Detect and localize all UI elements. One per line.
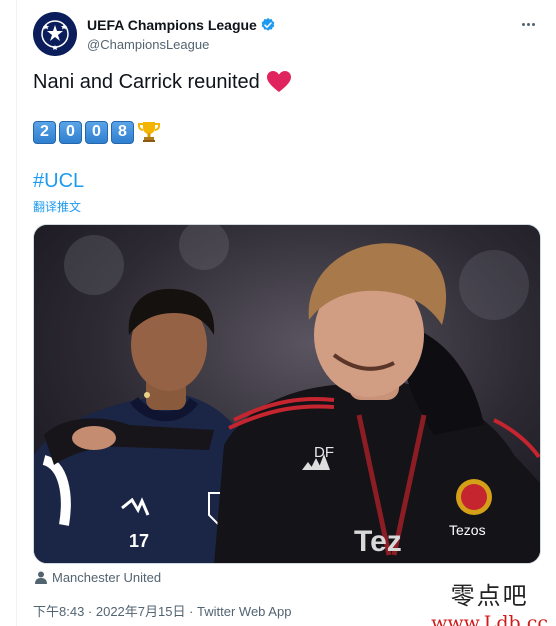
account-handle[interactable]: @ChampionsLeague	[87, 37, 276, 52]
translate-tweet-link[interactable]: 翻译推文	[33, 198, 81, 215]
watermark: 零点吧 www.Ldb.cc	[431, 576, 548, 626]
emoji-row: 2 0 0 8	[33, 120, 161, 144]
players-photo-icon: 17 DF Tezos Tez	[34, 225, 540, 563]
avatar[interactable]	[33, 12, 77, 56]
sponsor-large: Tez	[354, 525, 402, 558]
display-name[interactable]: UEFA Champions League	[87, 17, 257, 33]
more-dot	[526, 22, 530, 26]
account-names: UEFA Champions League @ChampionsLeague	[87, 17, 276, 52]
location-label[interactable]: Manchester United	[52, 570, 161, 585]
hashtag-link[interactable]: #UCL	[33, 170, 84, 193]
tweet-header: UEFA Champions League @ChampionsLeague	[33, 12, 276, 56]
more-dot	[521, 22, 525, 26]
person-icon	[35, 571, 47, 584]
verified-badge-icon	[261, 17, 275, 31]
display-name-row[interactable]: UEFA Champions League	[87, 17, 276, 33]
starball-logo-icon	[33, 12, 77, 56]
watermark-url: www.Ldb.cc	[431, 612, 548, 626]
tweet-photo[interactable]: 17 DF Tezos Tez	[33, 224, 541, 564]
keycap-digit-icon: 0	[59, 120, 82, 144]
keycap-digit-icon: 0	[85, 120, 108, 144]
red-heart-icon	[266, 71, 291, 92]
sponsor-small: Tezos	[449, 522, 486, 538]
tweet-text-row: Nani and Carrick reunited	[33, 70, 292, 94]
jersey-number: 17	[129, 531, 149, 551]
keycap-digit-icon: 2	[33, 120, 56, 144]
timestamp[interactable]: 下午8:43 · 2022年7月15日 · Twitter Web App	[33, 601, 291, 620]
more-dot	[531, 22, 535, 26]
keycap-digit-icon: 8	[111, 120, 134, 144]
tweet-card: UEFA Champions League @ChampionsLeague N…	[16, 0, 556, 626]
watermark-chinese: 零点吧	[450, 582, 529, 610]
trophy-icon	[138, 122, 160, 142]
location-row[interactable]: Manchester United	[35, 570, 161, 585]
more-options-icon[interactable]	[518, 16, 538, 32]
tweet-text: Nani and Carrick reunited	[33, 70, 260, 93]
